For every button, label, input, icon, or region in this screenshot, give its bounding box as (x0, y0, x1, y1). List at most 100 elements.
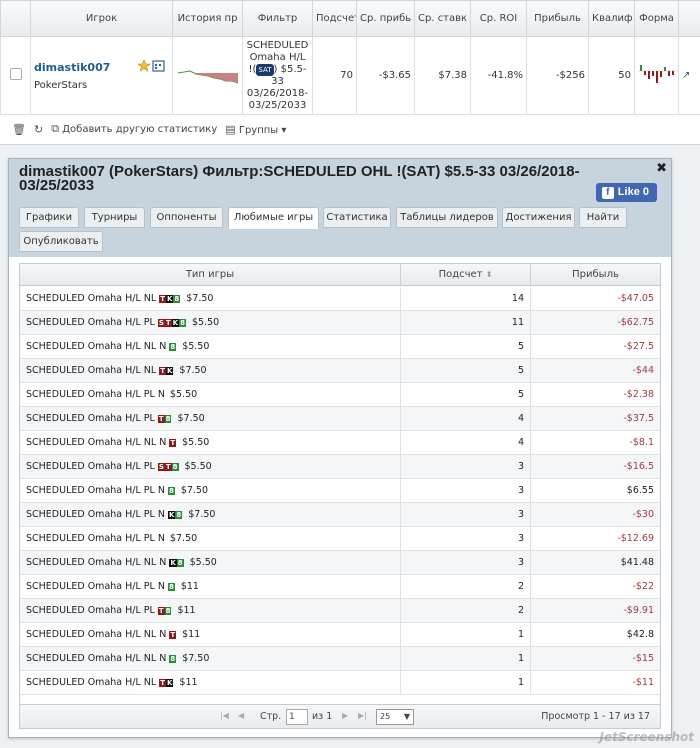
add-stats-label: Добавить другую статистику (62, 124, 218, 135)
game-tags-icon: 8 (167, 486, 175, 495)
tab-tournaments[interactable]: Турниры (84, 207, 145, 228)
tab-charts[interactable]: Графики (19, 207, 79, 228)
table-row[interactable]: SCHEDULED Omaha H/L NL T K $7.50 5 -$44 (20, 359, 660, 383)
stats-header-row: Игрок История пр Фильтр Подсчет Ср. приб… (0, 0, 700, 37)
count-value: 2 (401, 575, 531, 599)
table-row[interactable]: SCHEDULED Omaha H/L PL N $7.50 3 -$12.69 (20, 527, 660, 551)
stats-header-form[interactable]: Форма (634, 0, 679, 37)
game-tags-icon: STK8 (157, 318, 186, 327)
game-type-cell: SCHEDULED Omaha H/L PL T 8 $7.50 (20, 407, 401, 431)
table-row[interactable]: SCHEDULED Omaha H/L PL N $5.50 5 -$2.38 (20, 383, 660, 407)
tab-statistics[interactable]: Статистика (323, 207, 391, 228)
stats-header-avg-roi[interactable]: Ср. ROI (470, 0, 527, 37)
count-cell: 70 (312, 36, 357, 115)
table-row[interactable]: SCHEDULED Omaha H/L NL N 8 $7.50 1 -$15 (20, 647, 660, 671)
table-row[interactable]: SCHEDULED Omaha H/L PL N K 8 $7.50 3 -$30 (20, 503, 660, 527)
watermark: JetScreenshot (599, 730, 695, 744)
tab-achievements[interactable]: Достижения (502, 207, 575, 228)
stats-toolbar: 🗑 ↻ ⧉ Добавить другую статистику ▤ Групп… (0, 118, 700, 140)
chevron-down-icon: ▾ (281, 124, 287, 136)
table-row[interactable]: SCHEDULED Omaha H/L NL N T $11 1 $42.8 (20, 623, 660, 647)
game-stake: $11 (182, 629, 201, 640)
stats-table: Игрок История пр Фильтр Подсчет Ср. приб… (0, 0, 700, 115)
table-row[interactable]: SCHEDULED Omaha H/L PL N 8 $11 2 -$22 (20, 575, 660, 599)
game-tags-icon: TK8 (159, 294, 181, 303)
tab-publish[interactable]: Опубликовать (19, 231, 103, 252)
game-type-cell: SCHEDULED Omaha H/L NL T K 8 $7.50 (20, 287, 401, 311)
stats-header-avg-stake[interactable]: Ср. ставк (414, 0, 471, 37)
table-row[interactable]: SCHEDULED Omaha H/L PL N 8 $7.50 3 $6.55 (20, 479, 660, 503)
filter-cell[interactable]: SCHEDULED Omaha H/L !(SAT) $5.5- 33 03/2… (242, 36, 313, 115)
player-icons (137, 59, 166, 76)
game-tags-icon: T8 (157, 414, 172, 423)
filter-line: Omaha H/L (249, 51, 306, 63)
row-checkbox[interactable] (9, 68, 22, 80)
history-sparkline[interactable] (176, 59, 240, 89)
game-name: SCHEDULED Omaha H/L PL N (26, 509, 165, 520)
extra-link-icon[interactable]: ↗ (682, 70, 690, 81)
per-page-select[interactable]: 25 ▼ (376, 709, 414, 725)
first-page-icon[interactable]: |◀ (220, 711, 229, 720)
stats-header-count[interactable]: Подсчет (312, 0, 357, 37)
column-game-type[interactable]: Тип игры (20, 264, 401, 286)
game-type-cell: SCHEDULED Omaha H/L NL T K $7.50 (20, 359, 401, 383)
game-tags-icon: TK (159, 366, 174, 375)
game-tags-icon: 8 (167, 582, 175, 591)
star-icon[interactable] (137, 59, 166, 73)
table-row[interactable]: SCHEDULED Omaha H/L PL T 8 $7.50 4 -$37.5 (20, 407, 660, 431)
filter-line: !(SAT) $5.5- (248, 63, 307, 76)
count-value: 2 (401, 599, 531, 623)
view-range-label: Просмотр 1 - 17 из 17 (541, 711, 650, 722)
table-row[interactable]: SCHEDULED Omaha H/L PL S T 8 $5.50 3 -$16.5 (20, 455, 660, 479)
prev-page-icon[interactable]: ◀ (238, 711, 244, 720)
stats-header-player[interactable]: Игрок (30, 0, 173, 37)
game-tags-icon: T8 (157, 606, 172, 615)
table-row[interactable]: SCHEDULED Omaha H/L PL T 8 $11 2 -$9.91 (20, 599, 660, 623)
table-row[interactable]: SCHEDULED Omaha H/L NL N T $5.50 4 -$8.1 (20, 431, 660, 455)
game-stake: $5.50 (189, 557, 217, 568)
count-value: 1 (401, 671, 531, 695)
profit-value: -$37.5 (623, 413, 654, 424)
table-row[interactable]: SCHEDULED Omaha H/L NL T K $11 1 -$11 (20, 671, 660, 695)
column-profit[interactable]: Прибыль (531, 264, 660, 286)
per-page-value: 25 (380, 712, 391, 721)
table-row[interactable]: SCHEDULED Omaha H/L NL T K 8 $7.50 14 -$47.05 (20, 287, 660, 311)
extra-cell: ↗ (678, 36, 700, 115)
profit-value: -$62.75 (617, 317, 654, 328)
stats-header-profit[interactable]: Прибыль (526, 0, 589, 37)
refresh-icon[interactable]: ↻ (34, 123, 43, 136)
groups-button[interactable]: ▤ Группы ▾ (225, 123, 286, 136)
game-stake: $7.50 (188, 509, 216, 520)
count-value: 3 (401, 551, 531, 575)
next-page-icon[interactable]: ▶ (342, 711, 348, 720)
page-input[interactable]: 1 (286, 709, 308, 725)
tab-leaderboards[interactable]: Таблицы лидеров (396, 207, 498, 228)
form-cell (634, 36, 679, 115)
count-value: 5 (401, 359, 531, 383)
tab-find[interactable]: Найти (579, 207, 627, 228)
groups-icon: ▤ (225, 122, 236, 136)
close-icon[interactable]: ✖ (656, 161, 667, 176)
add-stats-button[interactable]: ⧉ Добавить другую статистику (51, 122, 217, 136)
column-count-label: Подсчет (438, 269, 483, 280)
game-tags-icon: K8 (167, 510, 183, 519)
table-row[interactable]: SCHEDULED Omaha H/L NL N 8 $5.50 5 -$27.5 (20, 335, 660, 359)
form-bars[interactable] (638, 59, 678, 89)
row-select-cell (0, 36, 31, 115)
tab-opponents[interactable]: Оппоненты (150, 207, 223, 228)
stats-header-filter[interactable]: Фильтр (242, 0, 313, 37)
last-page-icon[interactable]: ▶| (358, 711, 367, 720)
table-row[interactable]: SCHEDULED Omaha H/L PL S T K 8 $5.50 11 -$62.75 (20, 311, 660, 335)
stats-header-avg-profit[interactable]: Ср. прибь (356, 0, 415, 37)
trash-icon[interactable]: 🗑 (12, 123, 26, 136)
facebook-like-button[interactable]: f Like 0 (595, 183, 657, 202)
game-stake: $5.50 (191, 317, 220, 328)
stats-header-history[interactable]: История пр (172, 0, 243, 37)
stats-header-qualif[interactable]: Квалиф (588, 0, 635, 37)
game-name: SCHEDULED Omaha H/L NL (26, 293, 157, 304)
dialog-title: dimastik007 (PokerStars) Фильтр:SCHEDULE… (19, 163, 580, 194)
column-count[interactable]: Подсчет ⬍ (401, 264, 531, 286)
table-row[interactable]: SCHEDULED Omaha H/L NL N K 8 $5.50 3 $41.48 (20, 551, 660, 575)
tab-favorite-games[interactable]: Любимые игры (228, 207, 319, 229)
like-label: Like (617, 186, 640, 198)
